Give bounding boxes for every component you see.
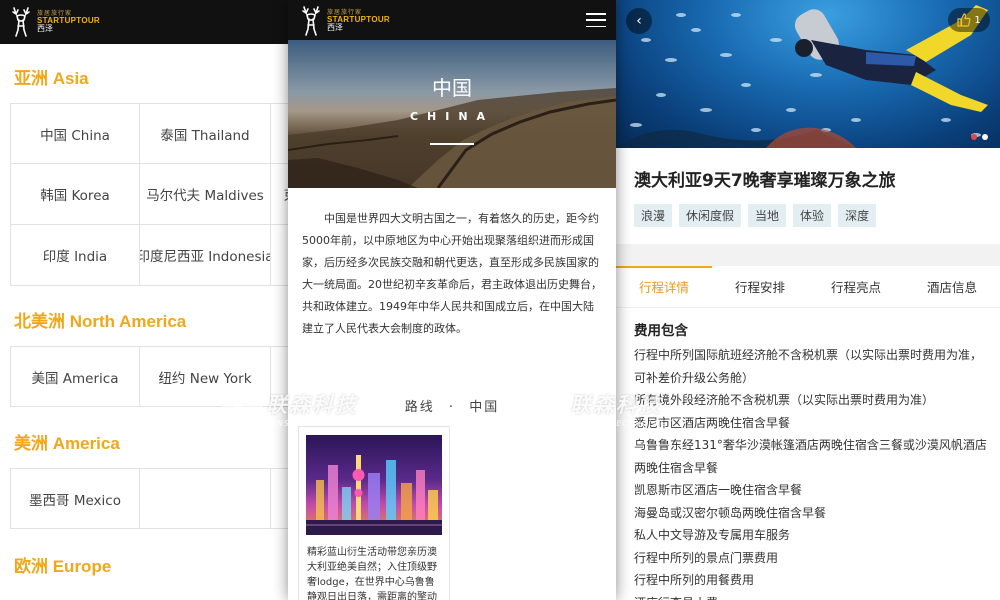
trip-tag: 体验: [793, 204, 832, 227]
fee-item: 海曼岛或汉密尔顿岛两晚住宿含早餐: [634, 505, 827, 520]
fee-item: 行程中所列的景点门票费用: [634, 550, 779, 565]
tab-hotel-info[interactable]: 酒店信息: [904, 266, 1000, 307]
country-cell[interactable]: 泰国 Thailand: [140, 103, 271, 164]
fee-item: 凯恩斯市区酒店一晚住宿含早餐: [634, 483, 803, 497]
banner-title-cn: 中国: [432, 76, 472, 100]
fee-item: 行程中所列的用餐费用: [634, 573, 755, 587]
region-title-america: 美洲 America: [14, 434, 120, 453]
fee-item: 行程中所列国际航班经济舱不含税机票（以实际出票时费用为准，可补差价升级公务舱）: [634, 348, 983, 385]
country-cell[interactable]: 墨西哥 Mexico: [10, 468, 140, 529]
trip-title: 澳大利亚9天7晚奢享璀璨万象之旅: [634, 171, 896, 191]
city-skyline-image: [306, 455, 442, 535]
route-dot: ·: [448, 400, 456, 415]
watermark-cn: 联森科技: [570, 392, 662, 417]
brand-logo[interactable]: 旅居旅行家 STARTUPTOUR 西泽: [8, 4, 100, 40]
region-title-asia: 亚洲 Asia: [14, 69, 89, 88]
china-banner: 中国 CHINA: [288, 40, 616, 188]
route-card-text: 精彩蓝山衍生活动带您亲历澳大利亚绝美自然；入住顶级野奢lodge，在世界中心乌鲁…: [307, 547, 437, 600]
banner-divider: [430, 143, 474, 145]
fee-includes-section: 费用包含 行程中所列国际航班经济舱不含税机票（以实际出票时费用为准，可补差价升级…: [634, 320, 988, 600]
fee-item: 乌鲁鲁东经131°奢华沙漠帐篷酒店两晚住宿含三餐或沙漠风帆酒店两晚住宿含早餐: [634, 438, 987, 475]
carousel-dot[interactable]: [982, 134, 988, 140]
country-cell[interactable]: 美国 America: [10, 346, 140, 407]
country-cell[interactable]: 马尔代夫 Maldives: [140, 164, 271, 225]
country-cell[interactable]: 印度尼西亚 Indonesia: [140, 225, 271, 286]
carousel-dots: [971, 134, 988, 140]
china-detail-panel: 旅居旅行家 STARTUPTOUR 西泽 中国 CHINA 中国是世界四大文明古…: [288, 0, 616, 600]
route-card-image: [306, 435, 442, 535]
route-label: 路线: [404, 400, 435, 415]
brand-logo[interactable]: 旅居旅行家 STARTUPTOUR 西泽: [298, 3, 390, 39]
watermark-logo-icon: [526, 388, 566, 428]
country-cell[interactable]: [140, 468, 271, 529]
carousel-dot[interactable]: [971, 134, 977, 140]
deer-icon: [302, 6, 320, 36]
trip-tag: 休闲度假: [679, 204, 742, 227]
route-card[interactable]: 精彩蓝山衍生活动带您亲历澳大利亚绝美自然；入住顶级野奢lodge，在世界中心乌鲁…: [298, 426, 450, 600]
deer-icon: [12, 7, 30, 37]
trip-tags: 浪漫 休闲度假 当地 体验 深度: [634, 204, 877, 227]
trip-tag: 深度: [838, 204, 877, 227]
back-button[interactable]: ‹: [626, 8, 652, 34]
banner-title-en: CHINA: [409, 110, 495, 123]
tab-schedule[interactable]: 行程安排: [712, 266, 808, 307]
watermark-en: LANSOO TECHNOLOGY: [570, 418, 673, 428]
trip-tag: 浪漫: [634, 204, 673, 227]
brand-cn: 西泽: [37, 24, 53, 33]
like-count: 1: [974, 14, 981, 26]
route-region: 中国: [469, 400, 500, 415]
trip-detail-panel: ‹ 1 澳大利亚9天7晚奢享璀璨万象之旅 浪漫 休闲度假 当地 体验 深度 行程…: [616, 0, 1000, 600]
fee-item: 私人中文导游及专属用车服务: [634, 528, 791, 542]
tab-itinerary-details[interactable]: 行程详情: [616, 266, 712, 307]
country-cell[interactable]: 韩国 Korea: [10, 164, 140, 225]
watermark: 联森科技 LANSOO TECHNOLOGY: [222, 388, 369, 428]
menu-icon[interactable]: [586, 13, 606, 27]
region-title-north-america: 北美洲 North America: [14, 312, 187, 331]
fee-heading: 费用包含: [634, 323, 688, 339]
fee-item: 悉尼市区酒店两晚住宿含早餐: [634, 415, 791, 430]
asia-grid: 中国 China 泰国 Thailand 韩国 Korea 马尔代夫 Maldi…: [10, 103, 300, 286]
country-cell[interactable]: 中国 China: [10, 103, 140, 164]
section-separator: [616, 244, 1000, 266]
fee-item: 所有境外段经济舱不含税机票（以实际出票时费用为准）: [634, 393, 935, 407]
mid-header: 旅居旅行家 STARTUPTOUR 西泽: [288, 0, 616, 40]
watermark-cn: 联森科技: [266, 392, 358, 417]
america-grid: 墨西哥 Mexico: [10, 468, 300, 529]
region-title-europe: 欧洲 Europe: [14, 557, 112, 576]
fee-item: 酒店行李员小费: [634, 592, 988, 600]
watermark-logo-icon: [222, 388, 262, 428]
watermark: 联森科技 LANSOO TECHNOLOGY: [526, 388, 673, 428]
tab-highlights[interactable]: 行程亮点: [808, 266, 904, 307]
thumbs-up-icon: [957, 13, 971, 27]
country-cell[interactable]: 印度 India: [10, 225, 140, 286]
china-intro-text: 中国是世界四大文明古国之一，有着悠久的历史，距今约5000年前，以中原地区为中心…: [302, 212, 602, 335]
diver-image: [616, 5, 988, 148]
trip-tabs: 行程详情 行程安排 行程亮点 酒店信息: [616, 266, 1000, 308]
trip-tag: 当地: [748, 204, 787, 227]
like-button[interactable]: 1: [948, 8, 990, 32]
region-list-panel: 旅居旅行家 STARTUPTOUR 西泽 亚洲 Asia 中国 China 泰国…: [0, 0, 300, 600]
chevron-left-icon: ‹: [636, 13, 642, 29]
trip-hero-image: ‹ 1: [616, 0, 1000, 148]
watermark-en: LANSOO TECHNOLOGY: [266, 418, 369, 428]
brand-cn: 西泽: [327, 23, 343, 32]
left-header: 旅居旅行家 STARTUPTOUR 西泽: [0, 0, 300, 44]
